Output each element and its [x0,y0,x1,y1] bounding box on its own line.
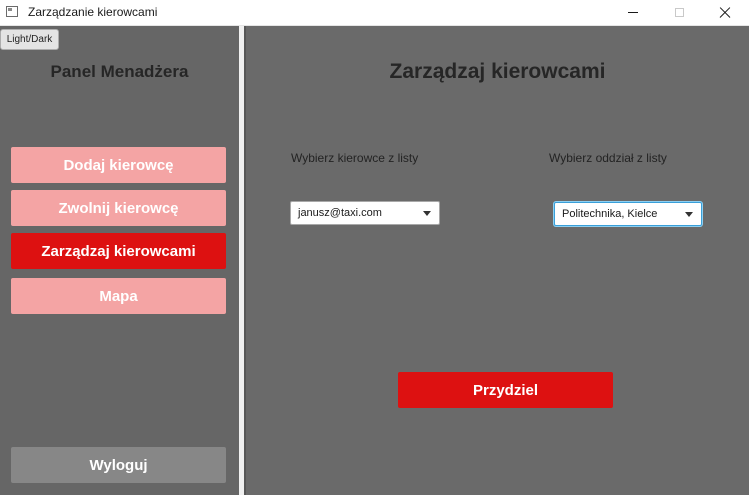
map-button[interactable]: Mapa [11,278,226,314]
main-panel [246,26,749,495]
driver-select-label: Wybierz kierowce z listy [291,151,419,165]
close-button[interactable] [702,0,748,25]
minimize-button[interactable] [610,0,656,25]
maximize-icon [674,8,684,17]
manage-drivers-button[interactable]: Zarządzaj kierowcami [11,233,226,269]
app-icon [6,6,18,17]
branch-select-value: Politechnika, Kielce [562,208,658,220]
window-title: Zarządzanie kierowcami [28,5,158,19]
driver-select[interactable]: janusz@taxi.com [290,201,440,225]
branch-select-label: Wybierz oddział z listy [549,151,667,165]
assign-button[interactable]: Przydziel [398,372,613,408]
logout-button[interactable]: Wyloguj [11,447,226,483]
add-driver-button[interactable]: Dodaj kierowcę [11,147,226,183]
branch-select[interactable]: Politechnika, Kielce [554,202,702,226]
close-icon [719,7,731,19]
page-title: Zarządzaj kierowcami [389,60,606,83]
panel-title: Panel Menadżera [50,62,189,81]
maximize-button[interactable] [656,0,702,25]
chevron-down-icon [423,211,431,216]
driver-select-value: janusz@taxi.com [298,207,382,219]
theme-toggle-button[interactable]: Light/Dark [0,29,59,50]
title-bar: Zarządzanie kierowcami [0,0,749,26]
chevron-down-icon [685,212,693,217]
minimize-icon [628,12,638,13]
fire-driver-button[interactable]: Zwolnij kierowcę [11,190,226,226]
